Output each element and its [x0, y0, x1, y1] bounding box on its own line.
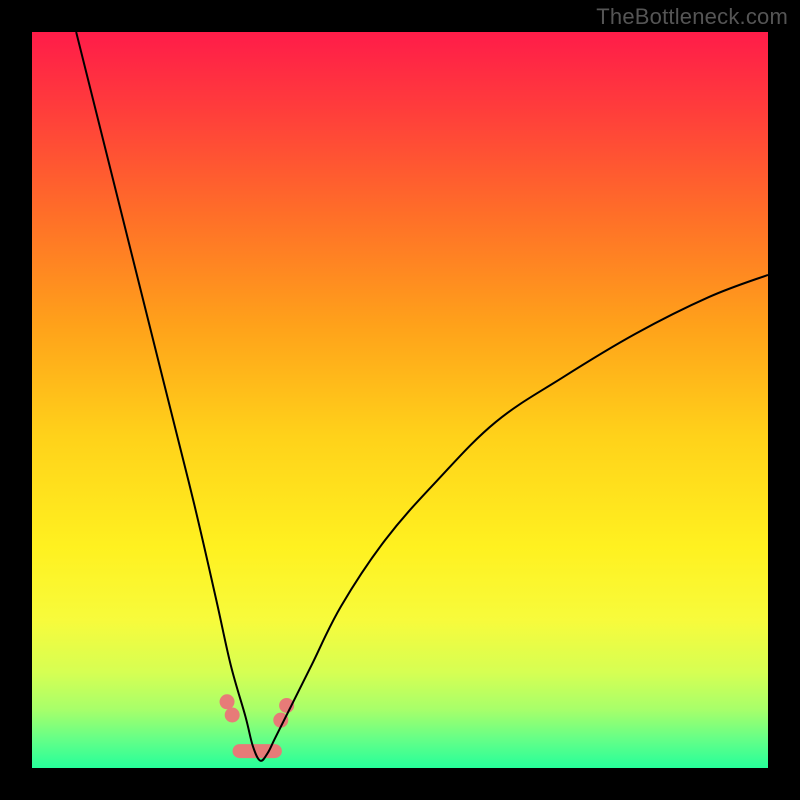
- plot-area: [32, 32, 768, 768]
- trough-point-0: [220, 694, 235, 709]
- gradient-background: [32, 32, 768, 768]
- trough-point-1: [225, 708, 240, 723]
- plot-svg: [32, 32, 768, 768]
- chart-frame: TheBottleneck.com: [0, 0, 800, 800]
- watermark-text: TheBottleneck.com: [596, 4, 788, 30]
